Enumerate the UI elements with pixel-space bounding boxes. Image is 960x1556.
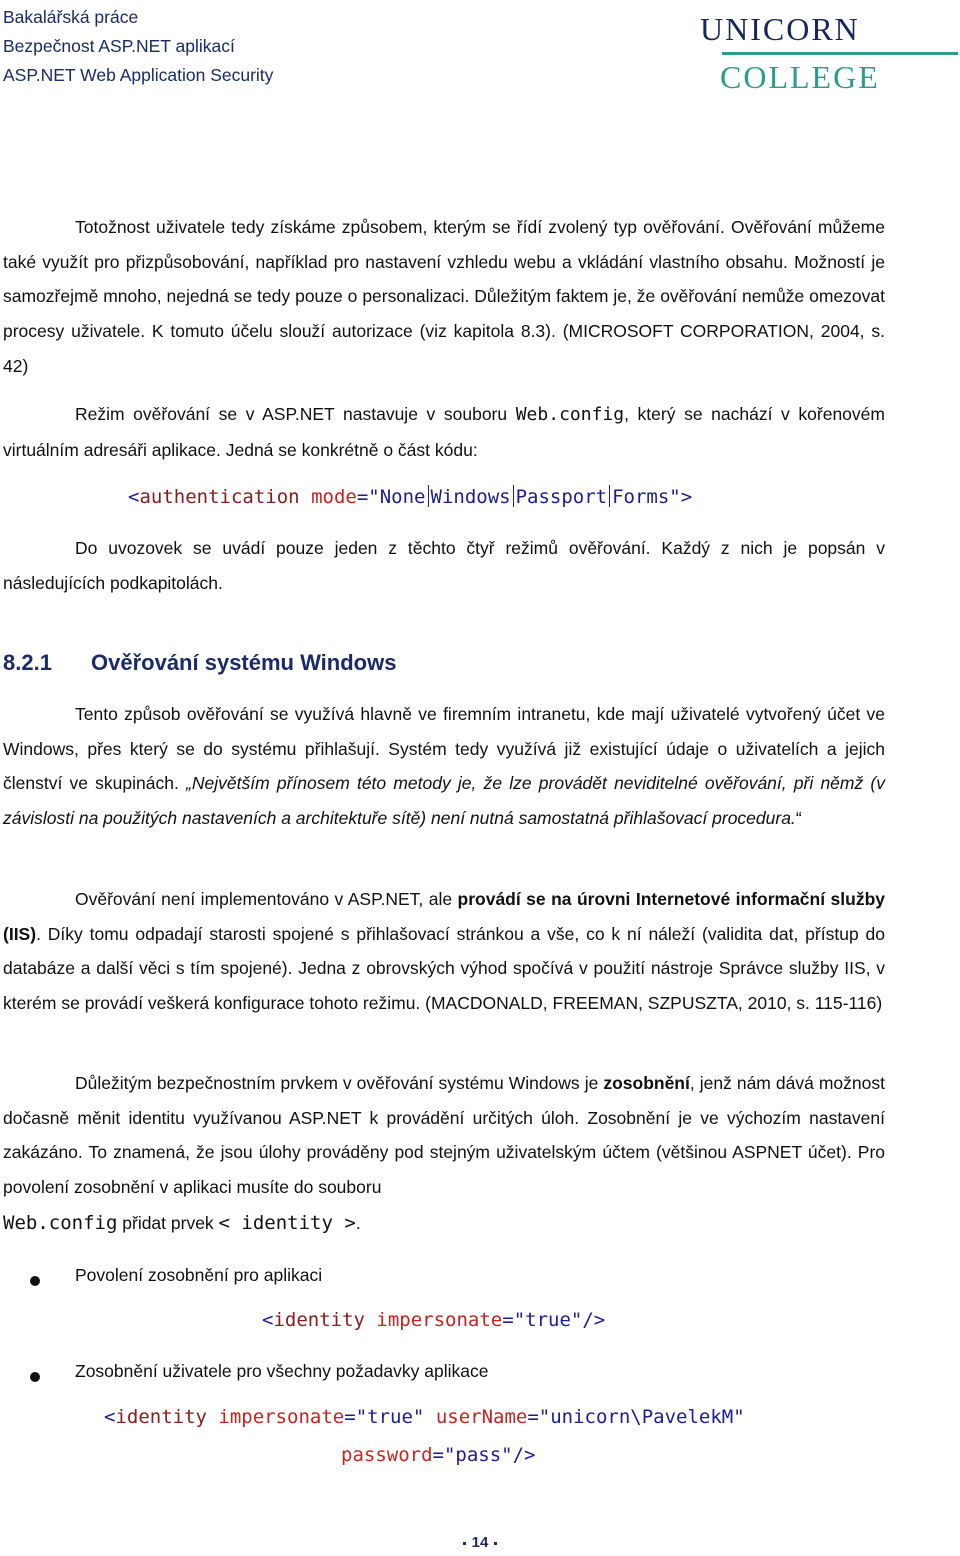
bold-zosobneni: zosobnění xyxy=(603,1073,690,1093)
code-identity-username: <identity impersonate="true" userName="u… xyxy=(104,1406,745,1428)
pipe-separator xyxy=(512,485,514,507)
page-number: 14 xyxy=(471,1534,489,1551)
page-footer: 14 xyxy=(0,1534,960,1551)
header-title-english: ASP.NET Web Application Security xyxy=(3,65,274,85)
paragraph-iis: Ověřování není implementováno v ASP.NET,… xyxy=(3,889,885,1014)
unicorn-college-logo: Unicorn College xyxy=(700,0,960,105)
pipe-separator xyxy=(427,485,429,507)
bullet-label: Povolení zosobnění pro aplikaci xyxy=(75,1265,323,1285)
footer-dot xyxy=(494,1541,498,1545)
section-heading: 8.2.1 Ověřování systému Windows xyxy=(3,650,396,676)
code-identity-impersonate: <identity impersonate="true"/> xyxy=(262,1309,606,1331)
bullet-icon xyxy=(30,1372,40,1382)
paragraph-modes-note: Do uvozovek se uvádí pouze jeden z těcht… xyxy=(3,538,885,593)
bullet-icon xyxy=(30,1276,40,1286)
document-header: Bakalářská práce Bezpečnost ASP.NET apli… xyxy=(3,3,273,90)
header-title-czech: Bezpečnost ASP.NET aplikací xyxy=(3,36,235,56)
impersonation-last-line: Web.config přidat prvek < identity >. xyxy=(3,1212,361,1234)
logo-college-text: College xyxy=(720,47,880,98)
paragraph-impersonation: Důležitým bezpečnostním prvkem v ověřová… xyxy=(3,1073,885,1198)
section-title: Ověřování systému Windows xyxy=(91,650,397,675)
inline-code-identity: < identity > xyxy=(218,1212,356,1234)
header-thesis-type: Bakalářská práce xyxy=(3,7,139,27)
paragraph-auth-mode: Režim ověřování se v ASP.NET nastavuje v… xyxy=(3,404,885,460)
footer-dot xyxy=(462,1541,466,1545)
inline-code-webconfig: Web.config xyxy=(3,1212,118,1234)
code-identity-password: password="pass"/> xyxy=(341,1444,536,1466)
pipe-separator xyxy=(609,485,611,507)
logo-unicorn-text: Unicorn xyxy=(700,0,860,50)
bullet-label: Zosobnění uživatele pro všechny požadavk… xyxy=(75,1361,489,1381)
paragraph-identity: Totožnost uživatele tedy získáme způsobe… xyxy=(3,217,885,376)
code-authentication: <authentication mode="None Windows Passpor… xyxy=(128,485,693,508)
paragraph-windows-auth: Tento způsob ověřování se využívá hlavně… xyxy=(3,704,886,829)
section-number: 8.2.1 xyxy=(3,650,52,675)
inline-code-webconfig: Web.config xyxy=(515,404,625,425)
